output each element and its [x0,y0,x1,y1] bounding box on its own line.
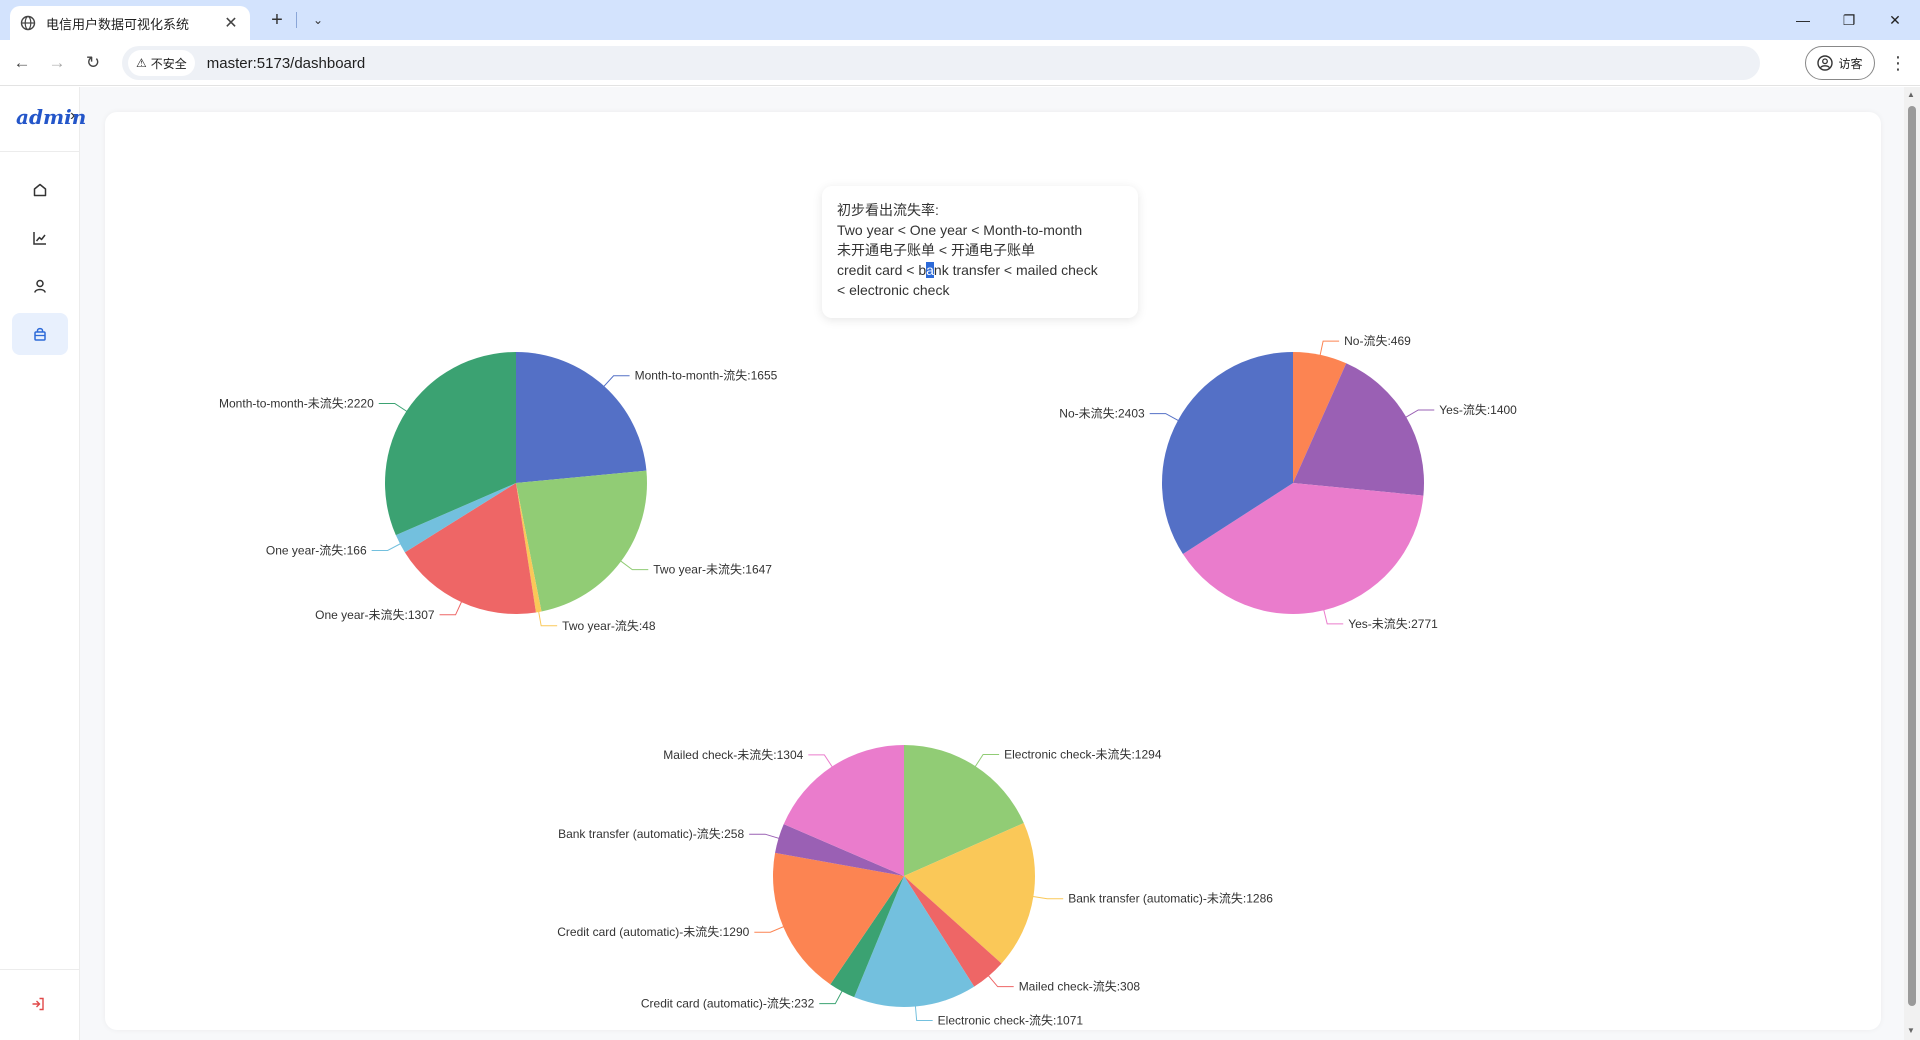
note-line-2: Two year < One year < Month-to-month [837,222,1083,238]
globe-icon [20,15,36,31]
sidebar: admin › [0,87,86,1040]
back-icon[interactable]: ← [9,50,35,76]
reload-icon[interactable]: ↻ [80,50,106,76]
logout-icon [32,997,44,1011]
url-text[interactable]: master:5173/dashboard [207,55,365,72]
security-label: 不安全 [150,56,187,71]
browser-toolbar: ← → ↻ ⚠ 不安全 master:5173/dashboard 访客 ⋮ [0,40,1920,86]
logout-button[interactable] [26,992,50,1016]
forward-icon[interactable]: → [44,50,70,76]
profile-icon [1817,55,1834,71]
tab-title: 电信用户数据可视化系统 [46,16,190,32]
sidebar-item-chart[interactable] [12,217,68,259]
address-bar[interactable]: ⚠ 不安全 master:5173/dashboard [122,46,1760,80]
tab-list-chevron-icon[interactable]: ⌄ [308,9,328,31]
minimize-icon[interactable]: — [1780,0,1826,40]
note-line-3: 未开通电子账单 < 开通电子账单 [837,242,1035,258]
sidebar-divider-bottom [0,969,80,970]
close-window-icon[interactable]: ✕ [1872,0,1918,40]
menu-kebab-icon[interactable]: ⋮ [1888,50,1908,76]
sidebar-item-user[interactable] [12,265,68,307]
security-chip[interactable]: ⚠ 不安全 [128,50,195,76]
note-line-4-a: credit card < b [837,262,927,278]
profile-label: 访客 [1838,56,1863,71]
note-line-1: 初步看出流失率: [837,202,939,218]
note-line-4: credit card < bank transfer < mailed che… [837,260,1123,280]
warning-icon: ⚠ [136,56,147,70]
home-icon [33,183,47,197]
sidebar-item-home[interactable] [12,169,68,211]
sidebar-divider [0,151,80,152]
note-line-5: < electronic check [837,282,950,298]
line-chart-icon [33,232,46,245]
scroll-down-icon[interactable]: ▼ [1907,1026,1915,1035]
user-icon [34,279,46,293]
logo[interactable]: admin [16,105,86,129]
note-text-selection: a [926,262,934,278]
shopping-bag-icon [34,327,46,341]
note-line-4-b: nk transfer < mailed check [933,262,1098,278]
restore-icon[interactable]: ❐ [1826,0,1872,40]
browser-tab[interactable]: 电信用户数据可视化系统 ✕ [10,6,250,40]
browser-tab-bar: 电信用户数据可视化系统 ✕ + ⌄ — ❐ ✕ [0,0,1920,40]
new-tab-icon[interactable]: + [266,9,288,31]
scrollbar-thumb[interactable] [1908,106,1916,1006]
scroll-up-icon[interactable]: ▲ [1907,90,1915,99]
churn-note: 初步看出流失率: Two year < One year < Month-to-… [822,186,1138,318]
sidebar-item-bag[interactable] [12,313,68,355]
tab-close-icon[interactable]: ✕ [222,13,240,33]
profile-button[interactable]: 访客 [1805,46,1875,80]
tab-separator [296,12,297,28]
collapse-chevron-icon[interactable]: › [70,107,75,125]
